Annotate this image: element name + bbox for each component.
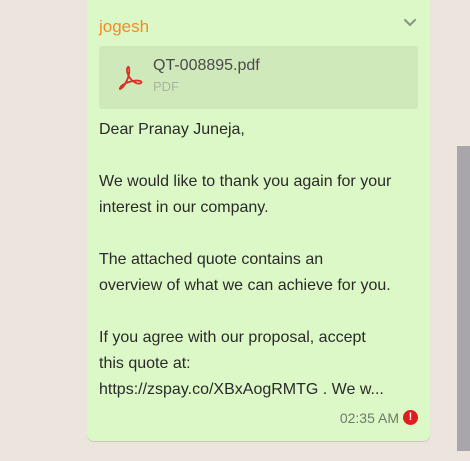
message-line: overview of what we can achieve for you. [99,277,391,294]
chevron-down-icon[interactable] [402,15,418,31]
message-line: interest in our company. [99,199,269,216]
pdf-icon [116,63,144,91]
sender-name: jogesh [99,17,150,36]
scrollbar-thumb[interactable] [457,146,470,451]
pdf-attachment[interactable]: QT-008895.pdf PDF [99,46,418,109]
attachment-file-type: PDF [153,79,179,94]
attachment-file-name: QT-008895.pdf [153,57,260,74]
message-line: If you agree with our proposal, accept [99,329,366,346]
message-timestamp: 02:35 AM [339,410,399,426]
message-bubble[interactable]: jogesh QT-008895.pdf PDF Dear Pranay Jun… [87,0,430,441]
error-icon[interactable]: ! [403,410,418,425]
message-line-truncated[interactable]: https://zspay.co/XBxAogRMTG . We w... [99,377,421,403]
message-line: Dear Pranay Juneja, [99,121,245,138]
message-text: Dear Pranay Juneja, We would like to tha… [99,117,421,403]
message-line: We would like to thank you again for you… [99,173,392,190]
message-line: The attached quote contains an [99,251,324,268]
message-line: this quote at: [99,355,191,372]
